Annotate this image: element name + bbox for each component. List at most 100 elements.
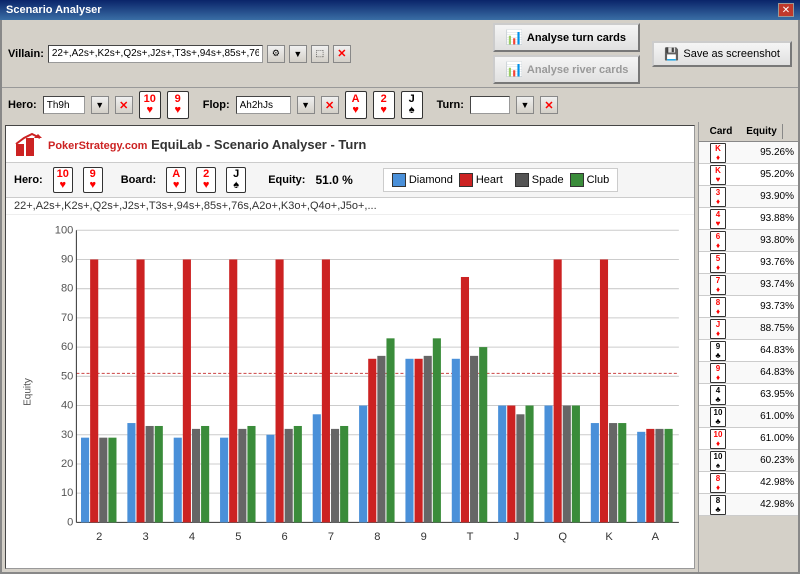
heart-color-box <box>459 173 473 187</box>
equity-table-body[interactable]: K♦95.26%K♥95.20%3♦93.90%4♥93.88%6♦93.80%… <box>699 142 798 572</box>
equity-card-cell: 7♦ <box>699 274 737 296</box>
equity-table-row: 4♣63.95% <box>699 384 798 406</box>
equilab-info-bar: Hero: 10♥ 9♥ Board: A♥ 2♥ J♠ Equity: <box>6 163 694 198</box>
equity-table-header: Card Equity <box>699 122 798 142</box>
equilab-header: PokerStrategy.com EquiLab - Scenario Ana… <box>6 126 694 163</box>
svg-text:T: T <box>467 531 474 543</box>
equity-card-cell: 6♦ <box>699 230 737 252</box>
content-area: PokerStrategy.com EquiLab - Scenario Ana… <box>2 122 798 572</box>
card-pip: 10♦ <box>710 429 726 449</box>
equity-card-cell: J♦ <box>699 318 737 340</box>
info-equity-label: Equity: <box>268 174 305 186</box>
equity-value-cell: 64.83% <box>737 367 798 378</box>
scrollbar-header <box>782 124 796 139</box>
villain-range-btn2[interactable]: ▼ <box>289 45 307 63</box>
equilab-logo-icon <box>14 130 42 158</box>
chart-area: Equity 010203040506070809010023456789TJQ… <box>6 215 694 568</box>
close-button[interactable]: ✕ <box>778 3 794 17</box>
card-pip: 7♦ <box>710 275 726 295</box>
equity-card-cell: 10♦ <box>699 428 737 450</box>
svg-text:50: 50 <box>61 370 73 382</box>
equity-value-cell: 95.20% <box>737 169 798 180</box>
info-hero-card1: 10♥ <box>53 167 73 193</box>
card-pip: 10♣ <box>710 407 726 427</box>
svg-text:7: 7 <box>328 531 334 543</box>
equilab-title: PokerStrategy.com EquiLab - Scenario Ana… <box>48 137 366 152</box>
flop-clear-btn[interactable]: ✕ <box>321 96 339 114</box>
club-legend: Club <box>570 173 610 187</box>
col-equity-header: Equity <box>741 124 782 139</box>
turn-clear-btn[interactable]: ✕ <box>540 96 558 114</box>
card-pip: 3♦ <box>710 187 726 207</box>
diamond-color-box <box>392 173 406 187</box>
villain-range-input[interactable] <box>48 45 263 63</box>
card-pip: K♦ <box>710 143 726 163</box>
villain-range-btn1[interactable]: ⚙ <box>267 45 285 63</box>
equity-card-cell: 4♣ <box>699 384 737 406</box>
villain-range-btn3[interactable]: ⬚ <box>311 45 329 63</box>
card-pip: 10♠ <box>710 451 726 471</box>
card-pip: 9♦ <box>710 363 726 383</box>
info-board-card3: J♠ <box>226 167 246 193</box>
window-title: Scenario Analyser <box>6 4 102 16</box>
equity-table-row: 8♦42.98% <box>699 472 798 494</box>
equity-value-cell: 93.76% <box>737 257 798 268</box>
equity-value-cell: 93.90% <box>737 191 798 202</box>
svg-text:40: 40 <box>61 400 73 412</box>
card-pip: 8♦ <box>710 297 726 317</box>
svg-text:6: 6 <box>282 531 288 543</box>
svg-text:9: 9 <box>421 531 427 543</box>
equity-card-cell: 9♣ <box>699 340 737 362</box>
equity-table-row: 10♦ 61.00% <box>699 428 798 450</box>
hero-btn1[interactable]: ▼ <box>91 96 109 114</box>
bar-chart: 010203040506070809010023456789TJQKA <box>46 220 689 548</box>
title-bar: Scenario Analyser ✕ <box>0 0 800 20</box>
club-color-box <box>570 173 584 187</box>
svg-text:30: 30 <box>61 429 73 441</box>
hero-clear-btn[interactable]: ✕ <box>115 96 133 114</box>
info-board-card1: A♥ <box>166 167 186 193</box>
equity-table-row: 9♦ 64.83% <box>699 362 798 384</box>
equity-card-cell: K♥ <box>699 164 737 186</box>
equity-table-row: 6♦93.80% <box>699 230 798 252</box>
equity-table-panel: Card Equity K♦95.26%K♥95.20%3♦93.90%4♥93… <box>698 122 798 572</box>
spade-color-box <box>515 173 529 187</box>
hero-hand-input[interactable] <box>43 96 85 114</box>
y-axis-label: Equity <box>22 378 33 406</box>
equity-card-cell: 10♠ <box>699 450 737 472</box>
analyse-turn-button[interactable]: 📊 Analyse turn cards <box>493 23 640 52</box>
equity-card-cell: 8♦ <box>699 296 737 318</box>
equity-table-row: J♦88.75% <box>699 318 798 340</box>
info-hero-label: Hero: <box>14 174 43 186</box>
card-pip: K♥ <box>710 165 726 185</box>
diamond-label: Diamond <box>409 174 453 186</box>
hero-card-2: 9♥ <box>167 91 189 119</box>
svg-text:3: 3 <box>143 531 149 543</box>
hero-card-1: 10♥ <box>139 91 161 119</box>
svg-text:A: A <box>652 531 660 543</box>
villain-clear-btn[interactable]: ✕ <box>333 45 351 63</box>
flop-btn1[interactable]: ▼ <box>297 96 315 114</box>
equity-value-cell: 61.00% <box>737 433 798 444</box>
analyse-river-button[interactable]: 📊 Analyse river cards <box>493 55 640 84</box>
equity-value-cell: 61.00% <box>737 411 798 422</box>
flop-input[interactable] <box>236 96 291 114</box>
equity-table-row: K♥ 95.20% <box>699 164 798 186</box>
equity-card-cell: 3♦ <box>699 186 737 208</box>
equity-value-cell: 64.83% <box>737 345 798 356</box>
equity-value-cell: 95.26% <box>737 147 798 158</box>
svg-text:10: 10 <box>61 487 73 499</box>
svg-text:20: 20 <box>61 458 73 470</box>
equity-table-row: 3♦ 93.90% <box>699 186 798 208</box>
equity-table-row: 9♣64.83% <box>699 340 798 362</box>
turn-input[interactable] <box>470 96 510 114</box>
equity-value-cell: 93.88% <box>737 213 798 224</box>
board-card-3: J♠ <box>401 91 423 119</box>
svg-text:K: K <box>605 531 613 543</box>
turn-btn1[interactable]: ▼ <box>516 96 534 114</box>
svg-text:100: 100 <box>55 224 74 236</box>
save-screenshot-button[interactable]: 💾 Save as screenshot <box>652 41 792 67</box>
villain-label: Villain: <box>8 48 44 60</box>
svg-text:70: 70 <box>61 312 73 324</box>
card-pip: 5♦ <box>710 253 726 273</box>
